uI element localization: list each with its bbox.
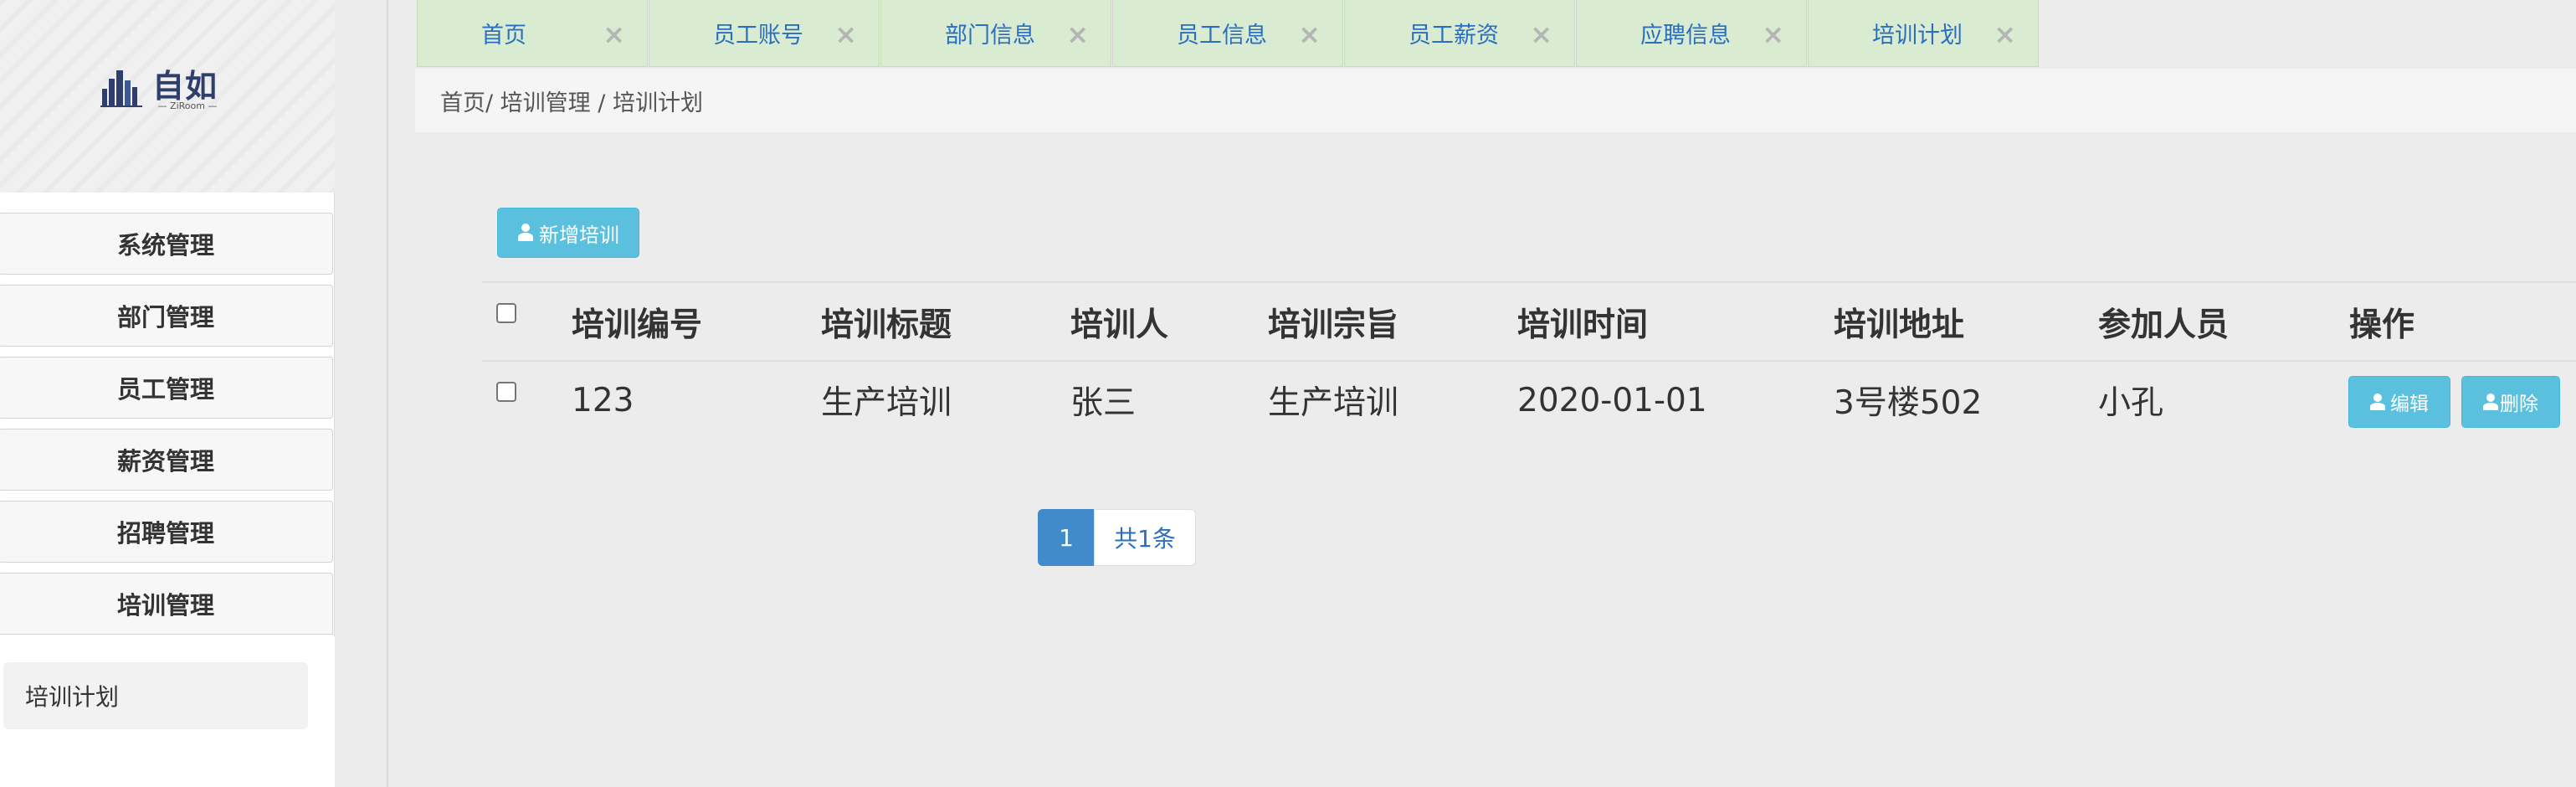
menu-employee-management[interactable]: 员工管理 bbox=[0, 357, 333, 419]
tab-label: 首页 bbox=[481, 23, 526, 49]
tab-label: 员工薪资 bbox=[1409, 23, 1499, 49]
close-icon[interactable]: × bbox=[1530, 18, 1552, 50]
add-training-button[interactable]: 新增培训 bbox=[497, 208, 639, 258]
logo-text: 自如 bbox=[152, 68, 218, 105]
cell-trainer: 张三 bbox=[1070, 384, 1137, 422]
sidebar-gutter bbox=[335, 0, 388, 787]
header-training-title: 培训标题 bbox=[821, 306, 952, 344]
pagination-total: 共1条 bbox=[1094, 509, 1196, 566]
logo-area: 自如 — ZiRoom — bbox=[0, 0, 335, 193]
row-checkbox[interactable] bbox=[496, 382, 516, 402]
logo-subtitle: — ZiRoom — bbox=[157, 100, 218, 111]
cell-participants: 小孔 bbox=[2098, 384, 2164, 422]
tab-label: 员工账号 bbox=[713, 23, 803, 49]
close-icon[interactable]: × bbox=[1994, 18, 2016, 50]
header-training-id: 培训编号 bbox=[572, 306, 703, 344]
menu-salary-management[interactable]: 薪资管理 bbox=[0, 429, 333, 491]
tab-training-plan[interactable]: 培训计划 × bbox=[1808, 0, 2039, 67]
logo: 自如 — ZiRoom — bbox=[99, 59, 229, 117]
tab-label: 员工信息 bbox=[1177, 23, 1267, 49]
user-icon bbox=[2370, 394, 2385, 410]
page-button-current[interactable]: 1 bbox=[1038, 509, 1095, 566]
tab-employee-account[interactable]: 员工账号 × bbox=[649, 0, 880, 67]
tab-department-info[interactable]: 部门信息 × bbox=[880, 0, 1111, 67]
header-training-time: 培训时间 bbox=[1517, 306, 1649, 344]
cell-training-address: 3号楼502 bbox=[1834, 384, 1983, 422]
header-training-purpose: 培训宗旨 bbox=[1268, 306, 1399, 344]
sidebar: 自如 — ZiRoom — 系统管理 部门管理 员工管理 薪资管理 招聘管理 培… bbox=[0, 0, 335, 787]
header-trainer: 培训人 bbox=[1070, 306, 1169, 344]
close-icon[interactable]: × bbox=[603, 18, 625, 50]
tab-employee-salary[interactable]: 员工薪资 × bbox=[1344, 0, 1575, 67]
menu-system-management[interactable]: 系统管理 bbox=[0, 213, 333, 275]
user-icon bbox=[2483, 394, 2498, 410]
breadcrumb-text: 首页/ 培训管理 / 培训计划 bbox=[440, 90, 703, 116]
breadcrumb: 首页/ 培训管理 / 培训计划 bbox=[415, 69, 2576, 132]
cell-training-purpose: 生产培训 bbox=[1268, 384, 1399, 422]
cell-training-time: 2020-01-01 bbox=[1517, 381, 1707, 419]
tab-label: 应聘信息 bbox=[1640, 23, 1731, 49]
header-participants: 参加人员 bbox=[2098, 306, 2230, 344]
close-icon[interactable]: × bbox=[1298, 18, 1321, 50]
edit-label: 编辑 bbox=[2390, 394, 2429, 415]
delete-button[interactable]: 删除 bbox=[2461, 376, 2560, 428]
training-submenu: 培训计划 bbox=[0, 636, 335, 787]
header-actions: 操作 bbox=[2349, 306, 2415, 344]
submenu-item-training-plan[interactable]: 培训计划 bbox=[3, 662, 308, 729]
header-training-address: 培训地址 bbox=[1834, 306, 1965, 344]
table-header-border bbox=[482, 360, 2576, 362]
menu-department-management[interactable]: 部门管理 bbox=[0, 285, 333, 347]
close-icon[interactable]: × bbox=[834, 18, 857, 50]
edit-button[interactable]: 编辑 bbox=[2348, 376, 2450, 428]
tab-home[interactable]: 首页 × bbox=[417, 0, 648, 67]
tab-label: 部门信息 bbox=[945, 23, 1035, 49]
select-all-checkbox[interactable] bbox=[496, 303, 516, 323]
user-icon bbox=[517, 224, 534, 242]
tab-employee-info[interactable]: 员工信息 × bbox=[1112, 0, 1343, 67]
cell-training-id: 123 bbox=[572, 381, 634, 419]
cell-training-title: 生产培训 bbox=[821, 384, 952, 422]
building-logo-icon bbox=[100, 70, 142, 107]
menu-training-management[interactable]: 培训管理 bbox=[0, 573, 333, 635]
delete-label: 删除 bbox=[2500, 394, 2538, 415]
menu-recruitment-management[interactable]: 招聘管理 bbox=[0, 501, 333, 563]
add-training-label: 新增培训 bbox=[539, 223, 619, 247]
table-top-border bbox=[482, 281, 2576, 283]
close-icon[interactable]: × bbox=[1762, 18, 1784, 50]
tab-application-info[interactable]: 应聘信息 × bbox=[1576, 0, 1807, 67]
close-icon[interactable]: × bbox=[1066, 18, 1089, 50]
tab-label: 培训计划 bbox=[1872, 23, 1963, 49]
